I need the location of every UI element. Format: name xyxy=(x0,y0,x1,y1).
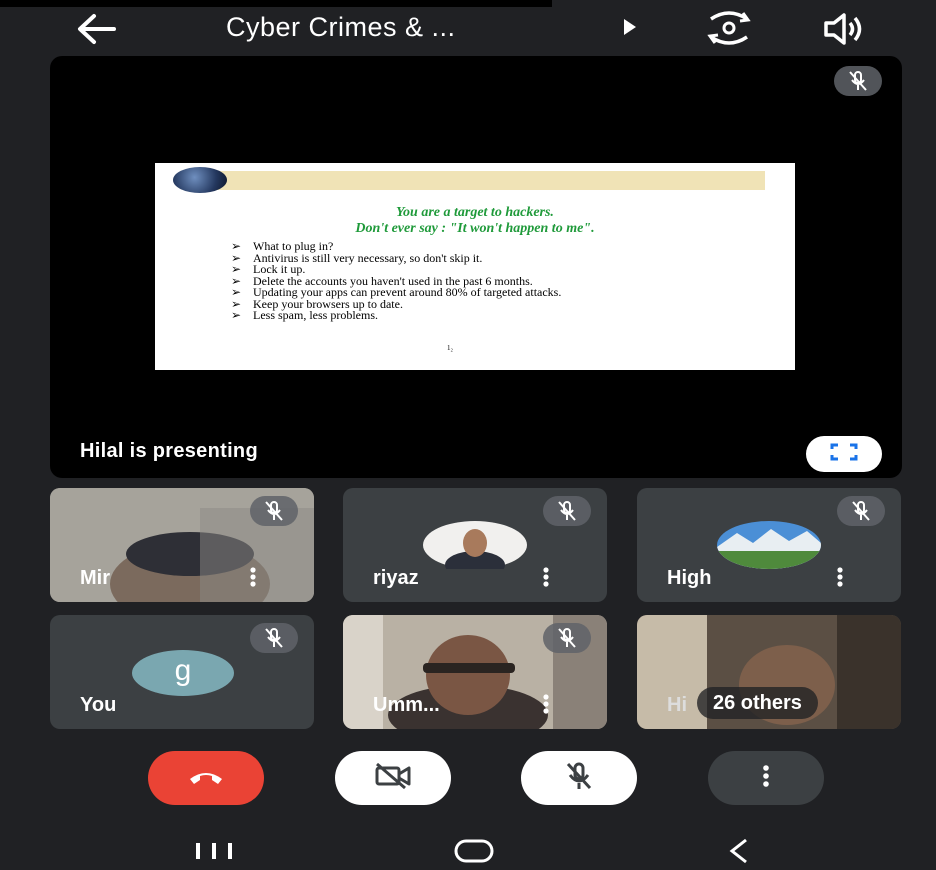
presentation-view[interactable]: You are a target to hackers. Don't ever … xyxy=(50,56,902,478)
participant-name: riyaz xyxy=(373,567,419,589)
avatar xyxy=(423,521,527,569)
slide-page-number: 1₂ xyxy=(447,344,453,352)
slide-map-band xyxy=(185,171,765,190)
mic-off-badge xyxy=(543,496,591,526)
fullscreen-icon xyxy=(829,442,859,467)
others-count-pill[interactable]: 26 others xyxy=(697,687,818,719)
mic-off-badge xyxy=(250,623,298,653)
slide-heading: You are a target to hackers. Don't ever … xyxy=(155,205,795,237)
recent-apps-icon[interactable] xyxy=(194,841,234,866)
system-nav-bar xyxy=(0,815,936,870)
fullscreen-button[interactable] xyxy=(806,436,882,472)
more-vert-icon[interactable] xyxy=(246,566,260,588)
back-arrow-icon[interactable] xyxy=(74,11,118,47)
cast-play-icon[interactable] xyxy=(622,17,638,37)
participant-name: Mir xyxy=(80,567,110,589)
slide-bullet-list: What to plug in? Antivirus is still very… xyxy=(231,240,561,322)
avatar: g xyxy=(132,650,234,696)
participant-tile-mir[interactable]: Mir xyxy=(50,488,314,602)
participant-tile-you[interactable]: g You xyxy=(50,615,314,729)
participant-name: Umm... xyxy=(373,694,440,716)
more-vert-icon[interactable] xyxy=(539,693,553,715)
mic-off-badge xyxy=(837,496,885,526)
end-call-button[interactable] xyxy=(148,751,264,805)
back-nav-icon[interactable] xyxy=(726,837,750,870)
slide-heading-line1: You are a target to hackers. xyxy=(396,205,554,220)
status-bar-strip xyxy=(0,0,552,7)
mic-off-badge xyxy=(543,623,591,653)
participant-name: Hi xyxy=(667,694,687,716)
presenting-caption: Hilal is presenting xyxy=(80,440,258,462)
participant-tile-others[interactable]: Hi 26 others xyxy=(637,615,901,729)
camera-toggle-button[interactable] xyxy=(335,751,451,805)
more-vert-icon xyxy=(761,764,771,793)
mic-off-icon xyxy=(563,761,595,796)
participant-tile-umm[interactable]: Umm... xyxy=(343,615,607,729)
more-vert-icon[interactable] xyxy=(539,566,553,588)
globe-image xyxy=(173,167,227,193)
participant-name: High xyxy=(667,567,712,589)
switch-camera-icon[interactable] xyxy=(703,9,755,47)
speaker-icon[interactable] xyxy=(822,11,866,47)
meeting-title[interactable]: Cyber Crimes & ... xyxy=(226,12,456,43)
participant-name: You xyxy=(80,694,117,716)
avatar xyxy=(717,521,821,569)
slide-heading-line2: Don't ever say : "It won't happen to me"… xyxy=(355,221,595,236)
home-icon[interactable] xyxy=(454,839,494,868)
video-off-icon xyxy=(373,762,413,795)
participant-tile-riyaz[interactable]: riyaz xyxy=(343,488,607,602)
mic-toggle-button[interactable] xyxy=(521,751,637,805)
mic-off-badge xyxy=(834,66,882,96)
hang-up-icon xyxy=(186,766,226,791)
slide-bullet: Less spam, less problems. xyxy=(231,309,561,322)
more-options-button[interactable] xyxy=(708,751,824,805)
shared-slide: You are a target to hackers. Don't ever … xyxy=(155,163,795,370)
top-app-bar: Cyber Crimes & ... xyxy=(0,7,936,52)
more-vert-icon[interactable] xyxy=(833,566,847,588)
mic-off-badge xyxy=(250,496,298,526)
participant-tile-high[interactable]: High xyxy=(637,488,901,602)
